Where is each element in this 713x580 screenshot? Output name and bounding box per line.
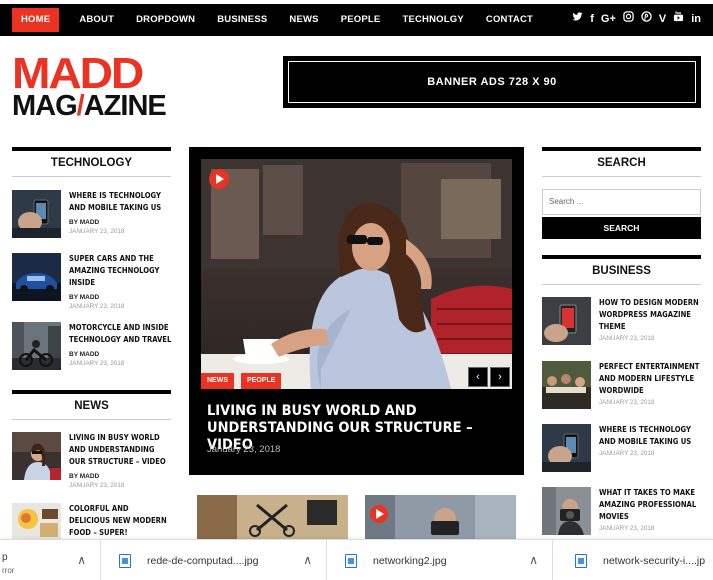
chevron-up-icon[interactable]: ∧ <box>303 553 312 567</box>
technology-heading: TECHNOLOGY <box>12 147 171 177</box>
post-tile-image[interactable] <box>197 495 348 540</box>
category-tag-news[interactable]: NEWS <box>201 373 234 389</box>
post-author[interactable]: BY MADD <box>69 219 172 226</box>
featured-slider: NEWS PEOPLE ‹ › LIVING IN BUSY WORLD AND… <box>189 147 524 475</box>
post-title[interactable]: MOTORCYCLE AND INSIDE TECHNOLOGY AND TRA… <box>69 322 172 346</box>
banner-ad[interactable]: BANNER ADS 728 X 90 <box>283 56 701 108</box>
featured-date: January 23, 2018 <box>207 444 281 455</box>
nav-about[interactable]: ABOUT <box>79 8 114 32</box>
chevron-up-icon[interactable]: ∧ <box>77 553 86 567</box>
site-logo[interactable]: MADD MAG/AZINE <box>12 52 167 122</box>
post-title[interactable]: COLORFUL AND DELICIOUS NEW MODERN FOOD –… <box>69 503 172 539</box>
post-thumbnail[interactable] <box>12 190 61 238</box>
chevron-up-icon[interactable]: ∧ <box>529 553 538 567</box>
post-title[interactable]: SUPER CARS AND THE AMAZING TECHNOLOGY IN… <box>69 253 172 289</box>
download-item[interactable]: network-security-i....jp <box>553 540 713 580</box>
top-navigation-bar: HOME ABOUT DROPDOWN BUSINESS NEWS PEOPLE… <box>0 0 713 36</box>
search-heading: SEARCH <box>542 147 701 177</box>
list-item[interactable]: PERFECT ENTERTAINMENT AND MODERN LIFESTY… <box>542 361 702 409</box>
nav-contact[interactable]: CONTACT <box>486 8 533 32</box>
post-title[interactable]: WHAT IT TAKES TO MAKE AMAZING PROFESSION… <box>599 487 702 523</box>
search-button[interactable]: SEARCH <box>542 217 701 239</box>
post-thumbnail[interactable] <box>12 322 61 370</box>
logo-line-1: MADD <box>12 49 144 98</box>
image-file-icon <box>575 553 587 568</box>
vimeo-icon[interactable]: V <box>659 11 666 27</box>
downloads-bar: p rror ∧ rede-de-computad....jpg ∧ netwo… <box>0 539 713 580</box>
post-title[interactable]: WHERE IS TECHNOLOGY AND MOBILE TAKING US <box>599 424 702 448</box>
news-heading: NEWS <box>12 390 171 420</box>
nav-technolgy[interactable]: TECHNOLGY <box>402 8 463 32</box>
twitter-icon[interactable] <box>572 11 583 27</box>
post-date: JANUARY 23, 2018 <box>69 228 125 235</box>
post-date: JANUARY 23, 2018 <box>599 450 655 457</box>
category-tag-people[interactable]: PEOPLE <box>241 373 282 389</box>
pinterest-icon[interactable] <box>641 11 652 27</box>
post-title[interactable]: LIVING IN BUSY WORLD AND UNDERSTANDING O… <box>69 432 172 468</box>
download-status: rror <box>2 566 15 575</box>
post-title[interactable]: WHERE IS TECHNOLOGY AND MOBILE TAKING US <box>69 190 172 214</box>
post-author[interactable]: BY MADD <box>69 351 172 358</box>
list-item[interactable]: LIVING IN BUSY WORLD AND UNDERSTANDING O… <box>12 432 172 489</box>
download-filename: p <box>2 552 8 563</box>
list-item[interactable]: COLORFUL AND DELICIOUS NEW MODERN FOOD –… <box>12 503 172 539</box>
search-input[interactable]: Search ... <box>542 189 701 215</box>
list-item[interactable]: WHERE IS TECHNOLOGY AND MOBILE TAKING US… <box>542 424 702 472</box>
post-date: JANUARY 23, 2018 <box>599 335 655 342</box>
download-filename: network-security-i....jp <box>603 554 706 567</box>
list-item[interactable]: WHAT IT TAKES TO MAKE AMAZING PROFESSION… <box>542 487 702 535</box>
post-date: JANUARY 23, 2018 <box>599 525 655 532</box>
post-thumbnail[interactable] <box>542 424 591 472</box>
instagram-icon[interactable] <box>623 11 634 27</box>
post-thumbnail[interactable] <box>12 253 61 301</box>
social-links: f G+ V You in <box>572 11 701 27</box>
slider-next-button[interactable]: › <box>490 367 510 387</box>
google-plus-icon[interactable]: G+ <box>601 11 616 27</box>
nav-news[interactable]: NEWS <box>289 8 318 32</box>
list-item[interactable]: MOTORCYCLE AND INSIDE TECHNOLOGY AND TRA… <box>12 322 172 370</box>
list-item[interactable]: WHERE IS TECHNOLOGY AND MOBILE TAKING US… <box>12 190 172 238</box>
post-date: JANUARY 23, 2018 <box>69 482 125 489</box>
post-author[interactable]: BY MADD <box>69 294 172 301</box>
slider-prev-button[interactable]: ‹ <box>468 367 488 387</box>
post-date: JANUARY 23, 2018 <box>69 360 125 367</box>
post-thumbnail[interactable] <box>12 432 61 480</box>
image-file-icon <box>345 553 357 568</box>
post-date: JANUARY 23, 2018 <box>599 399 655 406</box>
post-title[interactable]: PERFECT ENTERTAINMENT AND MODERN LIFESTY… <box>599 361 702 397</box>
svg-text:You: You <box>674 11 681 15</box>
nav-dropdown[interactable]: DROPDOWN <box>136 8 195 32</box>
download-item[interactable]: networking2.jpg ∧ <box>327 540 553 580</box>
facebook-icon[interactable]: f <box>590 11 594 27</box>
business-heading: BUSINESS <box>542 255 701 285</box>
featured-image[interactable] <box>201 159 512 389</box>
play-icon[interactable] <box>209 169 229 189</box>
nav-people[interactable]: PEOPLE <box>341 8 381 32</box>
list-item[interactable]: HOW TO DESIGN MODERN WORDPRESS MAGAZINE … <box>542 297 702 345</box>
nav-home[interactable]: HOME <box>12 8 60 32</box>
list-item[interactable]: SUPER CARS AND THE AMAZING TECHNOLOGY IN… <box>12 253 172 310</box>
post-title[interactable]: HOW TO DESIGN MODERN WORDPRESS MAGAZINE … <box>599 297 702 333</box>
banner-ad-text: BANNER ADS 728 X 90 <box>288 61 696 103</box>
post-thumbnail[interactable] <box>542 487 591 535</box>
download-item[interactable]: p rror ∧ <box>0 540 101 580</box>
post-tile-image[interactable] <box>365 495 516 540</box>
download-filename: networking2.jpg <box>373 554 447 567</box>
post-thumbnail[interactable] <box>542 297 591 345</box>
nav-business[interactable]: BUSINESS <box>217 8 267 32</box>
post-thumbnail[interactable] <box>542 361 591 409</box>
post-author[interactable]: BY MADD <box>69 473 172 480</box>
post-thumbnail[interactable] <box>12 503 61 539</box>
post-date: JANUARY 23, 2018 <box>69 303 125 310</box>
image-file-icon <box>119 553 131 568</box>
linkedin-icon[interactable]: in <box>691 11 701 27</box>
download-item[interactable]: rede-de-computad....jpg ∧ <box>101 540 327 580</box>
youtube-icon[interactable]: You <box>673 11 684 27</box>
main-menu: HOME ABOUT DROPDOWN BUSINESS NEWS PEOPLE… <box>12 8 555 32</box>
download-filename: rede-de-computad....jpg <box>147 554 259 567</box>
